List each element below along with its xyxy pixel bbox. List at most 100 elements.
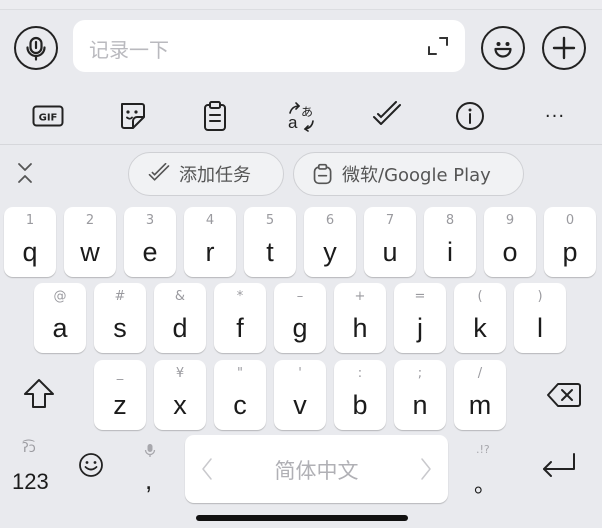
key-w[interactable]: 2w (64, 207, 116, 277)
key-hint: ʔ͡ɔ (22, 441, 36, 456)
info-button[interactable] (452, 98, 488, 134)
key-label: j (417, 313, 423, 343)
key-label: , (145, 465, 153, 495)
emoji-button[interactable] (481, 26, 525, 70)
key-label: m (468, 390, 492, 420)
key-hint: 5 (265, 213, 275, 228)
text-input-field[interactable]: 记录一下 (73, 20, 465, 72)
key-d[interactable]: & d (154, 283, 206, 353)
key-label: v (293, 390, 307, 420)
chip-label: 微软/Google Play (342, 165, 491, 186)
key-f[interactable]: * f (214, 283, 266, 353)
key-label: d (172, 313, 188, 343)
key-hint: ) (537, 289, 543, 304)
key-x[interactable]: ¥ x (154, 360, 206, 430)
key-hint: : (357, 366, 363, 381)
svg-text:a: a (288, 113, 298, 132)
key-b[interactable]: :b (334, 360, 386, 430)
key-hint: 0 (565, 213, 575, 228)
key-g[interactable]: – g (274, 283, 326, 353)
key-h[interactable]: + h (334, 283, 386, 353)
enter-key[interactable] (536, 447, 582, 487)
keyboard-toolbar: GIF a あ ··· (0, 86, 602, 144)
translate-button[interactable]: a あ (283, 98, 319, 134)
suggestion-chip-clipboard[interactable]: 微软/Google Play (293, 152, 524, 196)
more-button[interactable]: ··· (537, 98, 573, 134)
key-hint: 4 (205, 213, 215, 228)
key-hint: .!? (476, 443, 490, 456)
key-hint: ( (477, 289, 483, 304)
key-hint: 6 (325, 213, 335, 228)
clipboard-button[interactable] (197, 98, 233, 134)
home-indicator[interactable] (196, 515, 408, 521)
check-pen-icon (373, 101, 401, 125)
task-button[interactable] (369, 98, 405, 134)
add-button[interactable] (542, 26, 586, 70)
expand-icon[interactable] (427, 36, 449, 56)
key-label: l (537, 313, 543, 343)
key-hint: / (477, 366, 483, 381)
gif-button[interactable]: GIF (30, 98, 66, 134)
period-key[interactable]: .!? 。 (466, 439, 502, 501)
return-arrow-icon (543, 453, 575, 477)
emoji-key[interactable] (72, 447, 112, 487)
sticker-icon (121, 103, 145, 129)
key-label: y (323, 237, 337, 267)
key-hint: * (236, 289, 244, 304)
key-hint: " (237, 366, 243, 381)
key-p[interactable]: 0p (544, 207, 596, 277)
space-key[interactable]: 简体中文 (185, 435, 448, 503)
key-k[interactable]: (k (454, 283, 506, 353)
key-label: a (52, 313, 68, 343)
suggestion-row: 添加任务 微软/Google Play (0, 145, 602, 203)
key-i[interactable]: 8i (424, 207, 476, 277)
space-key-label: 简体中文 (274, 459, 359, 483)
key-c[interactable]: " c (214, 360, 266, 430)
backspace-icon (547, 383, 581, 407)
shift-arrow-icon (24, 379, 54, 408)
key-label: 。 (474, 473, 497, 498)
check-pen-icon (148, 163, 170, 181)
numbers-key[interactable]: ʔ͡ɔ 123 (4, 439, 60, 501)
key-y[interactable]: 6y (304, 207, 356, 277)
key-hint: 3 (145, 213, 155, 228)
key-q[interactable]: 1q (4, 207, 56, 277)
key-label: w (80, 237, 100, 267)
key-hint: _ (116, 366, 124, 381)
key-u[interactable]: 7u (364, 207, 416, 277)
key-m[interactable]: / m (454, 360, 506, 430)
key-label: t (266, 237, 274, 267)
backspace-key[interactable] (538, 373, 590, 419)
key-o[interactable]: 9o (484, 207, 536, 277)
translate-icon: a あ (288, 102, 314, 132)
key-hint: = (414, 289, 426, 304)
key-hint: 1 (25, 213, 35, 228)
key-hint: ; (417, 366, 423, 381)
key-label: u (382, 237, 398, 267)
key-label: e (142, 237, 158, 267)
voice-input-button[interactable] (14, 26, 58, 70)
key-e[interactable]: 3e (124, 207, 176, 277)
more-dots-icon: ··· (544, 105, 566, 127)
key-v[interactable]: ' v (274, 360, 326, 430)
comma-key[interactable]: , (132, 439, 168, 501)
key-j[interactable]: = j (394, 283, 446, 353)
key-label: 123 (12, 469, 49, 494)
clipboard-icon (204, 101, 226, 131)
key-label: q (22, 237, 38, 267)
key-r[interactable]: 4r (184, 207, 236, 277)
key-n[interactable]: ; n (394, 360, 446, 430)
key-label: i (447, 237, 453, 267)
microphone-icon (26, 36, 46, 61)
key-a[interactable]: @ a (34, 283, 86, 353)
key-l[interactable]: ) l (514, 283, 566, 353)
suggestion-chip-add-task[interactable]: 添加任务 (128, 152, 284, 196)
key-label: x (173, 390, 187, 420)
collapse-icon[interactable] (14, 161, 36, 185)
key-s[interactable]: # s (94, 283, 146, 353)
sticker-button[interactable] (114, 98, 150, 134)
key-t[interactable]: 5t (244, 207, 296, 277)
shift-key[interactable] (14, 373, 66, 419)
key-z[interactable]: _ z (94, 360, 146, 430)
clipboard-icon (313, 163, 332, 185)
